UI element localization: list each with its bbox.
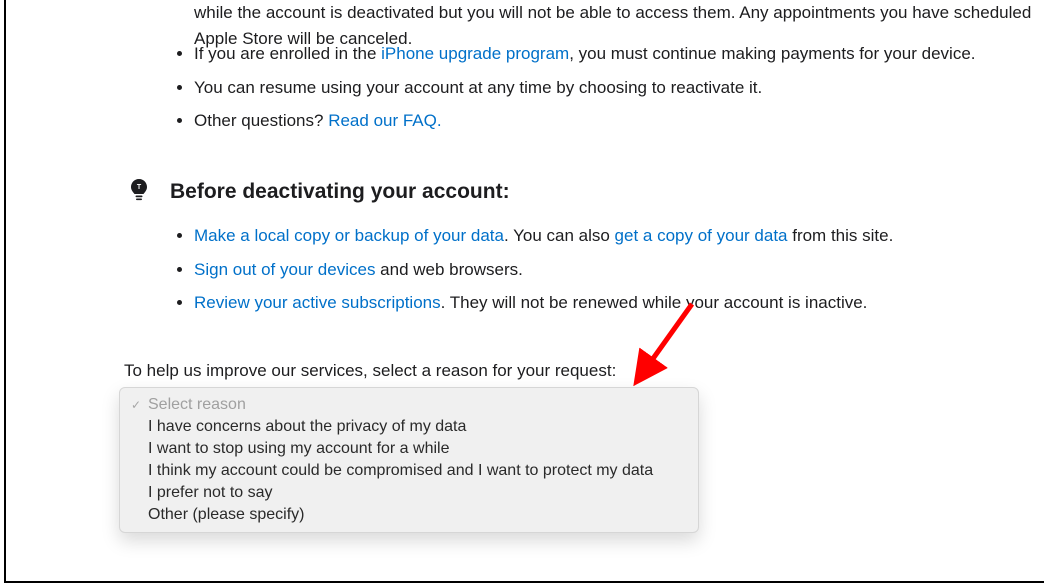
signout-link[interactable]: Sign out of your devices (194, 260, 375, 279)
reason-dropdown[interactable]: ✓ Select reason I have concerns about th… (119, 387, 699, 533)
checkmark-icon: ✓ (128, 398, 144, 412)
info-bullet-list: If you are enrolled in the iPhone upgrad… (124, 41, 1044, 134)
text: Other questions? (194, 111, 328, 130)
reason-prompt: To help us improve our services, select … (124, 358, 1044, 384)
backup-link[interactable]: Make a local copy or backup of your data (194, 226, 504, 245)
dropdown-option[interactable]: I think my account could be compromised … (120, 460, 698, 482)
cutoff-text-line1: while the account is deactivated but you… (194, 3, 1031, 22)
option-label: I have concerns about the privacy of my … (144, 418, 466, 436)
list-item: If you are enrolled in the iPhone upgrad… (194, 41, 1044, 67)
faq-link[interactable]: Read our FAQ. (328, 111, 441, 130)
dropdown-option[interactable]: Other (please specify) (120, 504, 698, 526)
option-label: Other (please specify) (144, 506, 305, 524)
lightbulb-icon: T (126, 178, 152, 204)
list-item: Other questions? Read our FAQ. (194, 108, 1044, 134)
option-label: I want to stop using my account for a wh… (144, 440, 449, 458)
before-deactivating-heading: T Before deactivating your account: (126, 176, 1044, 208)
option-label: I prefer not to say (144, 484, 273, 502)
text: If you are enrolled in the (194, 44, 381, 63)
dropdown-option[interactable]: I want to stop using my account for a wh… (120, 438, 698, 460)
option-label: I think my account could be compromised … (144, 462, 653, 480)
list-item: You can resume using your account at any… (194, 75, 1044, 101)
heading-text: Before deactivating your account: (170, 176, 510, 208)
option-label: Select reason (144, 396, 246, 414)
text: from this site. (788, 226, 894, 245)
text: . They will not be renewed while your ac… (441, 293, 868, 312)
svg-text:T: T (137, 184, 142, 191)
dropdown-option[interactable]: I prefer not to say (120, 482, 698, 504)
subscriptions-link[interactable]: Review your active subscriptions (194, 293, 441, 312)
get-copy-link[interactable]: get a copy of your data (615, 226, 788, 245)
text: , you must continue making payments for … (569, 44, 975, 63)
text: and web browsers. (375, 260, 522, 279)
dropdown-option-placeholder[interactable]: ✓ Select reason (120, 394, 698, 416)
pre-deactivate-list: Make a local copy or backup of your data… (124, 223, 1044, 316)
list-item: Sign out of your devices and web browser… (194, 257, 1044, 283)
text: . You can also (504, 226, 615, 245)
iphone-upgrade-link[interactable]: iPhone upgrade program (381, 44, 569, 63)
dropdown-option[interactable]: I have concerns about the privacy of my … (120, 416, 698, 438)
list-item: Make a local copy or backup of your data… (194, 223, 1044, 249)
list-item: Review your active subscriptions. They w… (194, 290, 1044, 316)
